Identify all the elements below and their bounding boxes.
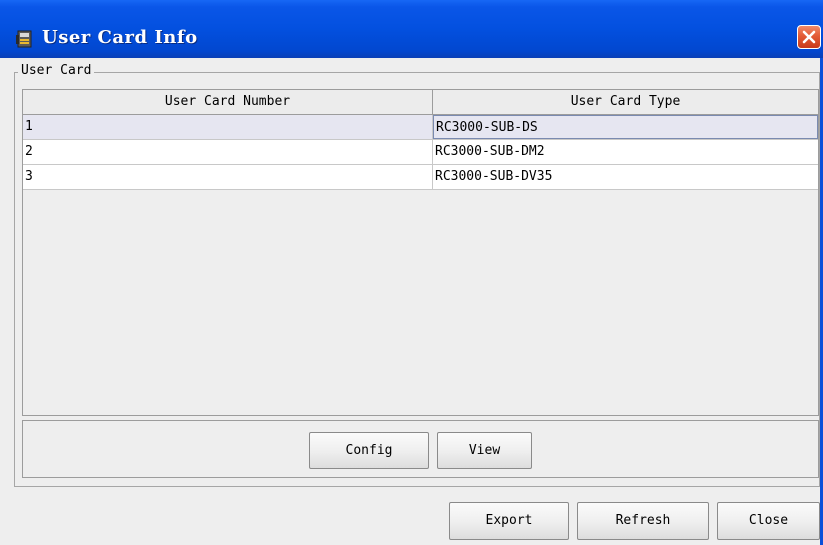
title-bar[interactable]: User Card Info [0,0,823,58]
user-card-number-cell[interactable]: 2 [23,140,433,164]
group-label: User Card [18,63,95,79]
user-card-number-cell[interactable]: 1 [23,115,433,139]
config-button[interactable]: Config [309,432,429,469]
user-card-info-window: User Card Info User Card User Card Numbe… [0,0,823,545]
user-card-type-cell[interactable]: RC3000-SUB-DS [433,115,818,139]
column-header-user-card-number[interactable]: User Card Number [23,90,433,114]
export-button[interactable]: Export [449,502,569,540]
table-row[interactable]: 2 RC3000-SUB-DM2 [23,140,818,165]
user-card-type-cell[interactable]: RC3000-SUB-DM2 [433,140,818,164]
user-card-number-cell[interactable]: 3 [23,165,433,189]
refresh-button[interactable]: Refresh [577,502,709,540]
user-card-table: User Card Number User Card Type 1 RC3000… [22,89,819,416]
close-button[interactable]: Close [717,502,820,540]
column-header-user-card-type[interactable]: User Card Type [433,90,818,114]
close-icon[interactable] [797,25,821,49]
window-title: User Card Info [42,27,198,48]
table-header: User Card Number User Card Type [23,90,818,115]
table-row[interactable]: 3 RC3000-SUB-DV35 [23,165,818,190]
user-card-type-cell[interactable]: RC3000-SUB-DV35 [433,165,818,189]
app-icon [16,30,32,48]
view-button[interactable]: View [437,432,532,469]
table-row[interactable]: 1 RC3000-SUB-DS [23,115,818,140]
